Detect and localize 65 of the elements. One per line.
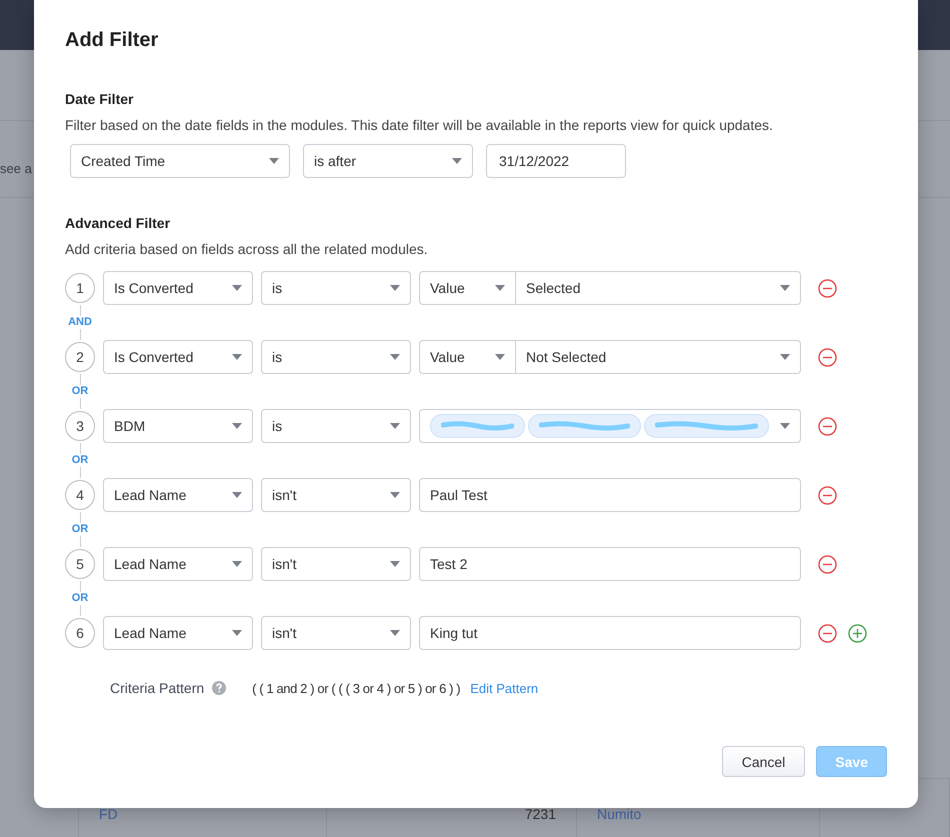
caret-icon [232,285,242,291]
operator-select[interactable]: isn't [261,547,411,581]
caret-icon [232,630,242,636]
caret-icon [390,285,400,291]
remove-icon[interactable] [818,624,837,642]
add-icon[interactable] [848,624,867,642]
option-select[interactable]: Not Selected [516,340,801,374]
criterion-number: 2 [65,342,95,372]
date-field[interactable]: 31/12/2022 [486,144,626,178]
value-field[interactable]: Test 2 [419,547,801,581]
section-description: Filter based on the date fields in the modules. This date filter will be available in the reports view for quick updates. [65,116,774,134]
field-select[interactable]: BDM [103,409,253,443]
caret-icon [232,561,242,567]
caret-icon [495,285,505,291]
dialog-title: Add Filter [65,28,160,53]
remove-icon[interactable] [818,348,837,366]
operator-select[interactable]: isn't [261,616,411,650]
remove-icon[interactable] [818,554,837,574]
caret-icon [390,354,400,360]
edit-pattern-link[interactable]: Edit Pattern [470,680,538,696]
caret-icon [269,158,279,164]
field-select[interactable]: Lead Name [103,616,253,650]
section-heading: Advanced Filter [65,214,172,232]
operator-select[interactable]: isn't [261,478,411,512]
field-select[interactable]: Lead Name [103,547,253,581]
caret-icon [232,492,242,498]
caret-icon [780,354,790,360]
criterion-number: 4 [65,480,95,510]
criterion-number: 6 [65,618,95,648]
caret-icon [390,561,400,567]
value-field[interactable]: Paul Test [419,478,801,512]
criterion-number: 1 [65,273,95,303]
pattern-text: ( ( 1 and 2 ) or ( ( ( 3 or 4 ) or 5 ) or 6 ) ) [252,680,460,696]
pattern-label: Criteria Pattern [110,680,204,696]
section-description: Add criteria based on fields across all the related modules. [65,240,429,258]
operator-select[interactable]: is after [303,144,473,178]
remove-icon[interactable] [818,486,837,504]
caret-icon [390,492,400,498]
value-type-select[interactable]: Value [419,271,516,305]
section-heading: Date Filter [65,90,134,108]
cancel-button[interactable]: Cancel [722,746,806,777]
caret-icon [452,158,462,164]
caret-icon [780,423,790,429]
operator-select[interactable]: is [261,271,411,305]
operator-select[interactable]: is [261,409,411,443]
caret-icon [232,423,242,429]
field-select[interactable]: Is Converted [103,340,253,374]
value-field[interactable]: King tut [419,616,801,650]
field-select[interactable]: Lead Name [103,478,253,512]
caret-icon [390,630,400,636]
field-select[interactable]: Is Converted [103,271,253,305]
background-text: see a [0,161,32,176]
criterion-number: 3 [65,411,95,441]
help-icon[interactable] [212,681,226,695]
option-select[interactable]: Selected [516,271,801,305]
caret-icon [495,354,505,360]
caret-icon [232,354,242,360]
remove-icon[interactable] [818,278,837,298]
remove-icon[interactable] [818,416,837,436]
operator-select[interactable]: is [261,340,411,374]
caret-icon [780,285,790,291]
value-type-select[interactable]: Value [419,340,516,374]
criterion-number: 5 [65,549,95,579]
caret-icon [390,423,400,429]
date-field-select[interactable]: Created Time [70,144,290,178]
